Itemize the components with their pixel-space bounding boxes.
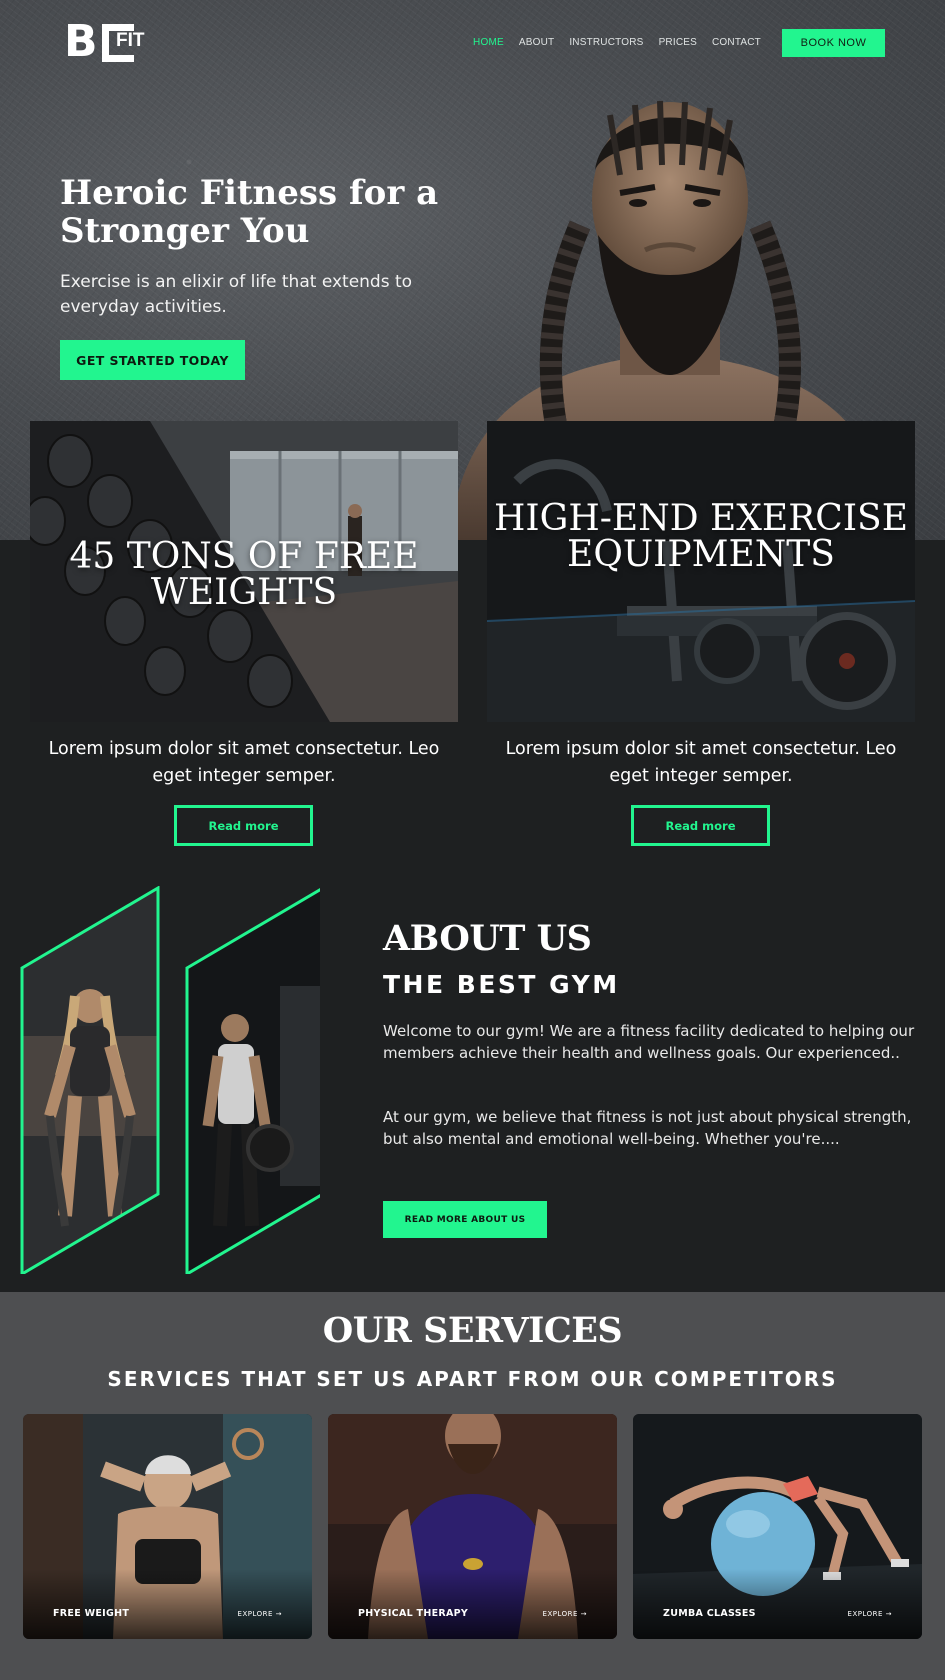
services-section: OUR SERVICES SERVICES THAT SET US APART … [0,1292,945,1680]
feature-title: HIGH-END EXERCISE EQUIPMENTS [493,498,909,575]
service-card-free-weight[interactable]: FREE WEIGHT EXPLORE → [23,1414,312,1639]
read-more-button[interactable]: Read more [174,805,313,846]
nav-home[interactable]: HOME [473,37,504,48]
card-shade [328,1569,617,1639]
service-label: ZUMBA CLASSES [663,1608,756,1619]
nav-contact[interactable]: CONTACT [712,37,761,48]
feature-description: Lorem ipsum dolor sit amet consectetur. … [505,739,897,786]
read-more-button[interactable]: Read more [631,805,770,846]
hero-subtitle: Exercise is an elixir of life that exten… [60,272,413,317]
about-subtitle: THE BEST GYM [383,970,620,999]
brand-logo[interactable]: B FIT [64,18,146,66]
explore-link[interactable]: EXPLORE → [543,1610,587,1618]
nav-prices[interactable]: PRICES [659,37,697,48]
feature-card-free-weights[interactable]: 45 TONS OF FREE WEIGHTS [30,421,458,722]
service-label: PHYSICAL THERAPY [358,1608,469,1619]
service-card-zumba[interactable]: ZUMBA CLASSES EXPLORE → [633,1414,922,1639]
card-shade [23,1569,312,1639]
feature-title: 45 TONS OF FREE WEIGHTS [69,536,419,613]
service-card-physical-therapy[interactable]: PHYSICAL THERAPY EXPLORE → [328,1414,617,1639]
services-title: OUR SERVICES [322,1310,623,1351]
explore-link[interactable]: EXPLORE → [238,1610,282,1618]
card-shade [633,1569,922,1639]
service-label: FREE WEIGHT [53,1608,130,1619]
feature-description: Lorem ipsum dolor sit amet consectetur. … [48,739,440,786]
main-nav: HOME ABOUT INSTRUCTORS PRICES CONTACT [473,37,761,48]
about-paragraph: Welcome to our gym! We are a fitness fac… [383,1022,915,1062]
about-images [20,886,320,1274]
get-started-button[interactable]: GET STARTED TODAY [60,340,245,380]
logo-letter: B [64,16,98,67]
nav-about[interactable]: ABOUT [519,37,554,48]
nav-instructors[interactable]: INSTRUCTORS [569,37,643,48]
logo-text: FIT [116,30,145,51]
read-more-about-button[interactable]: READ MORE ABOUT US [383,1201,547,1238]
book-now-button[interactable]: BOOK NOW [782,29,885,57]
about-paragraph: At our gym, we believe that fitness is n… [383,1108,912,1148]
explore-link[interactable]: EXPLORE → [848,1610,892,1618]
about-title: ABOUT US [383,918,592,959]
hero-title: Heroic Fitness for a Stronger You [60,173,439,251]
feature-card-equipment[interactable]: HIGH-END EXERCISE EQUIPMENTS [487,421,915,722]
services-subtitle: SERVICES THAT SET US APART FROM OUR COMP… [107,1367,838,1391]
